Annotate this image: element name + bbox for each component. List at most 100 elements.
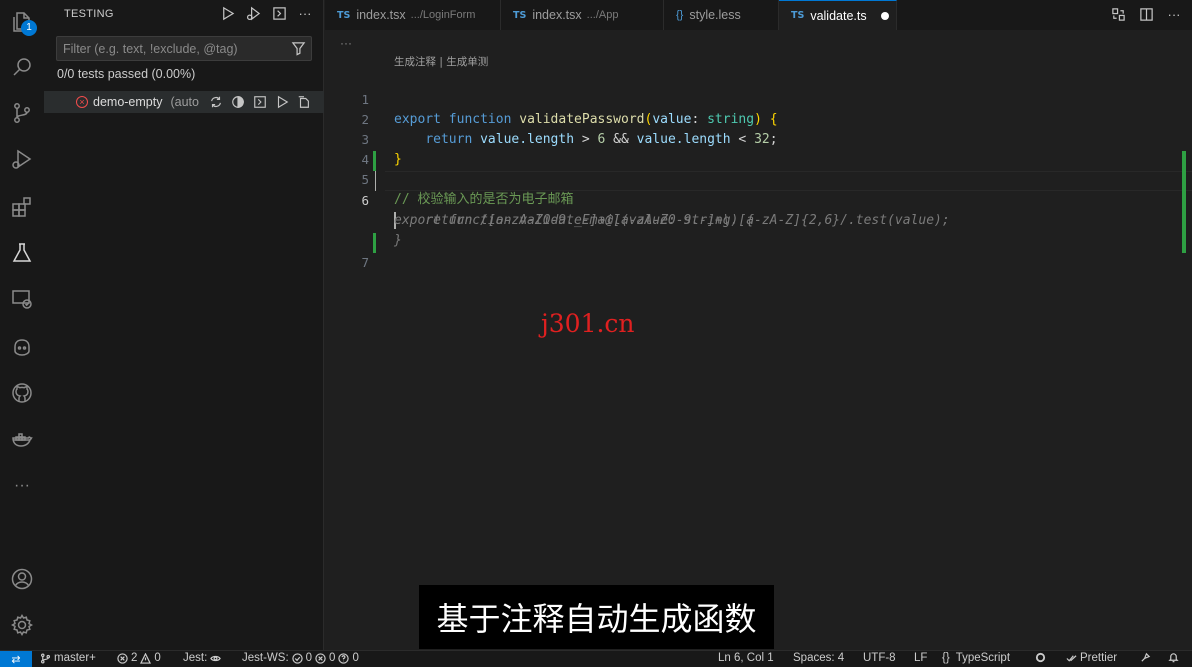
remote-explorer-icon[interactable] [9,286,35,312]
git-branch[interactable]: master+ [40,652,96,664]
code-line: 7 [325,233,1192,270]
tab-label: index.tsx [356,8,406,22]
test-item-description: (auto [170,95,199,109]
run-tests-icon[interactable] [219,5,235,21]
tab-validate-ts[interactable]: TS validate.ts [779,0,897,30]
copilot-icon[interactable] [9,334,35,360]
code-line: 3 } [325,110,1192,167]
code-line: 5 // 校验输入的是否为电子邮箱 [325,150,1192,207]
code-line: 2 return value.length > 6 && value.lengt… [325,90,1192,147]
typescript-file-icon: TS [791,10,805,21]
docker-icon[interactable] [9,427,35,453]
debug-tests-icon[interactable] [245,5,261,21]
warning-count: 0 [154,652,161,664]
editor-actions: ··· [1110,6,1182,22]
fail-icon [315,652,326,664]
tab-style-less[interactable]: {} style.less [664,0,779,30]
indentation[interactable]: Spaces: 4 [793,652,844,664]
jest-ws-unknown: 0 [352,652,359,664]
test-tree-item[interactable]: × demo-empty (auto [44,91,324,113]
editor-tab-bar: TS index.tsx .../LoginForm TS index.tsx … [325,0,1192,30]
tab-label: validate.ts [810,8,867,23]
feedback-icon[interactable] [1140,652,1151,663]
show-output-icon[interactable] [271,5,287,21]
typescript-file-icon: TS [337,9,351,21]
watermark: j301.cn [541,309,635,338]
testing-flask-icon[interactable] [9,240,35,266]
test-filter-input[interactable] [57,37,282,60]
code-line: 4 [325,130,1192,167]
jest-status[interactable]: Jest: [183,652,222,664]
test-item-actions [208,94,312,110]
remote-indicator-icon[interactable]: ⇄ [0,651,32,667]
codelens-actions[interactable]: 生成注释 | 生成单测 [394,54,488,69]
cursor-position[interactable]: Ln 6, Col 1 [718,652,774,664]
line-number: 7 [361,255,369,270]
manage-gear-icon[interactable] [9,612,35,638]
testing-sidebar: TESTING ··· 0/0 tests passed (0.00%) × d… [44,0,324,650]
braces-file-icon: {} [676,9,684,21]
run-item-icon[interactable] [274,94,290,110]
prettier-label: Prettier [1080,652,1118,664]
explorer-badge: 1 [21,20,37,36]
code-line: 1 export function validatePassword(value… [325,70,1192,127]
jest-label: Jest: [183,652,208,664]
tab-path: .../App [586,9,619,21]
language-mode[interactable]: {} TypeScript [942,652,1010,664]
github-icon[interactable] [9,380,35,406]
copilot-status-icon[interactable] [1035,652,1046,663]
tab-index-loginform[interactable]: TS index.tsx .../LoginForm [325,0,501,30]
code-editor[interactable]: ··· 生成注释 | 生成单测 1 export function valida… [325,30,1192,650]
filter-funnel-icon[interactable] [291,41,307,57]
breadcrumb[interactable]: ··· [340,36,352,50]
more-actions-icon[interactable]: ··· [297,5,313,21]
tab-index-app[interactable]: TS index.tsx .../App [501,0,664,30]
error-circle-icon: × [76,96,88,108]
problems-indicator[interactable]: 2 0 [117,652,161,664]
tab-label: index.tsx [532,8,582,22]
branch-icon [40,653,51,663]
jest-ws-status[interactable]: Jest-WS: 0 0 0 [242,652,359,664]
code-line: 6 export function validateEmail(value: s… [325,171,1192,229]
coverage-icon[interactable] [230,94,246,110]
branch-label: master+ [54,652,96,664]
typescript-file-icon: TS [513,9,527,21]
braces-icon: {} [942,652,950,664]
test-filter-box [56,36,312,61]
terminal-icon[interactable] [252,94,268,110]
unsaved-dot-icon[interactable] [880,11,889,20]
jest-ws-label: Jest-WS: [242,652,289,664]
warning-icon [140,652,152,664]
error-count: 2 [131,652,138,664]
unknown-icon [338,652,350,664]
split-editor-icon[interactable] [1138,6,1154,22]
refresh-icon[interactable] [208,94,224,110]
more-views-icon[interactable]: ··· [9,473,35,499]
language-label: TypeScript [955,652,1011,664]
error-icon [117,652,128,664]
accounts-icon[interactable] [9,566,35,592]
end-of-line[interactable]: LF [914,652,927,664]
eye-icon [210,655,222,661]
run-debug-icon[interactable] [9,146,35,172]
prettier-status[interactable]: Prettier [1066,652,1117,664]
code-line: return /[a-zA-Z0-9._-]+@[a-zA-Z0-9.-]+\.… [325,191,1192,228]
double-check-icon [1066,654,1077,662]
sidebar-actions: ··· [219,5,313,21]
test-summary: 0/0 tests passed (0.00%) [57,67,196,81]
encoding[interactable]: UTF-8 [863,652,896,664]
compare-changes-icon[interactable] [1110,6,1126,22]
go-to-file-icon[interactable] [296,94,312,110]
tab-label: style.less [689,8,741,22]
search-icon[interactable] [9,54,35,80]
extensions-icon[interactable] [9,194,35,220]
pass-icon [291,652,303,664]
editor-more-icon[interactable]: ··· [1166,6,1182,22]
code-line: } [325,211,1192,248]
jest-ws-failed: 0 [329,652,336,664]
notifications-bell-icon[interactable] [1168,652,1179,663]
source-control-icon[interactable] [9,100,35,126]
test-item-label: demo-empty [93,95,163,109]
scrollbar-change-marker[interactable] [1182,151,1186,253]
video-subtitle: 基于注释自动生成函数 [419,585,774,649]
